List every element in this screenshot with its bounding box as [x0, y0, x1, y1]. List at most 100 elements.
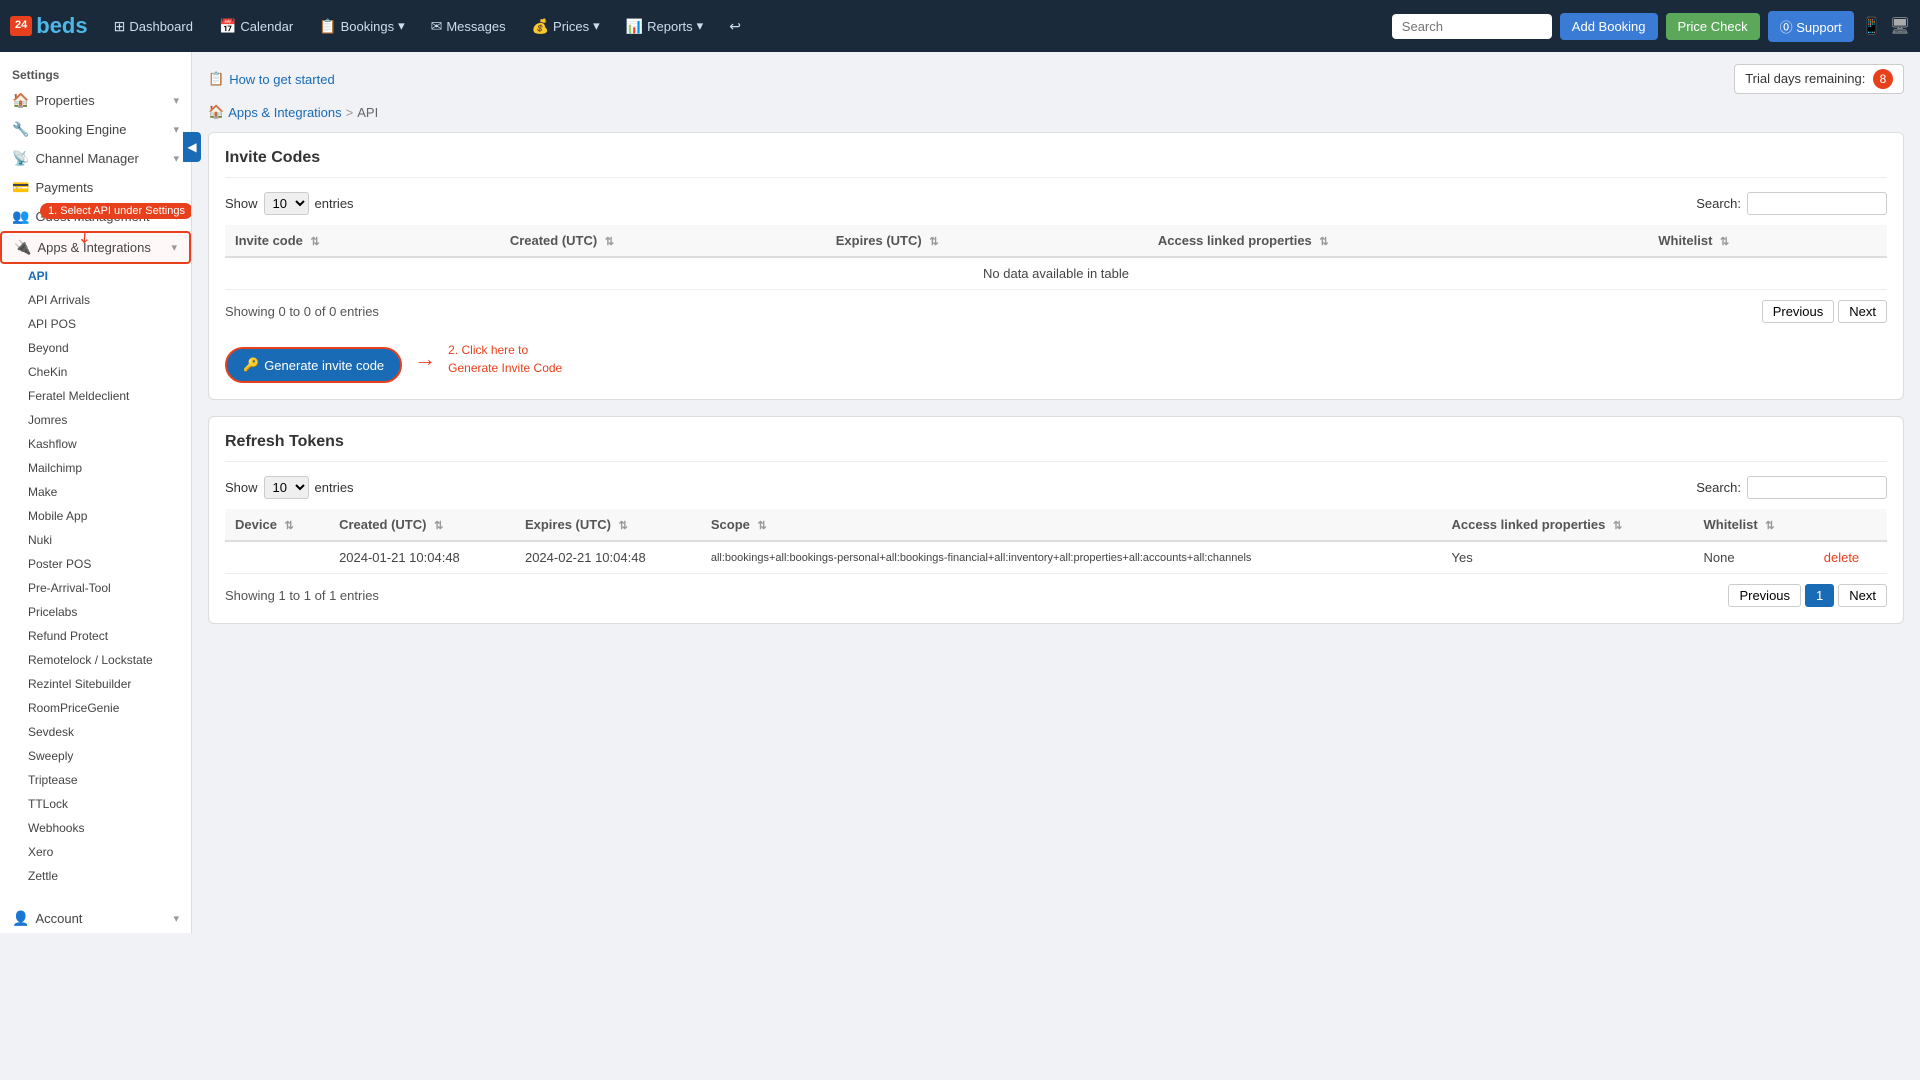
sidebar-sub-mobile-app[interactable]: Mobile App — [0, 504, 191, 528]
search-input[interactable] — [1392, 14, 1552, 39]
sidebar: Settings 🏠 Properties ▾ 🔧 Booking Engine… — [0, 52, 192, 933]
properties-arrow-icon: ▾ — [173, 94, 179, 107]
sidebar-sub-nuki[interactable]: Nuki — [0, 528, 191, 552]
bookings-dropdown-icon: ▾ — [398, 18, 405, 34]
sidebar-sub-feratel[interactable]: Feratel Meldeclient — [0, 384, 191, 408]
sidebar-sub-sweeply[interactable]: Sweeply — [0, 744, 191, 768]
delete-token-button[interactable]: delete — [1824, 550, 1859, 565]
sort-access-icon[interactable]: ⇅ — [1319, 236, 1328, 248]
support-button[interactable]: ⓪ Support — [1768, 11, 1854, 42]
nav-bookings[interactable]: 📋 Bookings ▾ — [309, 12, 414, 41]
content-area: 📋 How to get started Trial days remainin… — [192, 52, 1920, 1080]
sidebar-sub-chekin[interactable]: CheKin — [0, 360, 191, 384]
sidebar-sub-api[interactable]: API — [0, 264, 191, 288]
sort-rt-created-icon[interactable]: ⇅ — [434, 520, 443, 532]
apps-integrations-icon: 🔌 — [14, 239, 31, 256]
refresh-tokens-title: Refresh Tokens — [225, 433, 1887, 462]
cell-whitelist: None — [1694, 541, 1814, 574]
add-booking-button[interactable]: Add Booking — [1560, 13, 1658, 40]
sidebar-item-apps-integrations[interactable]: 🔌 Apps & Integrations ▾ — [0, 231, 191, 264]
cell-scope: all:bookings+all:bookings-personal+all:b… — [701, 541, 1442, 574]
sidebar-sub-pricelabs[interactable]: Pricelabs — [0, 600, 191, 624]
sidebar-sub-make[interactable]: Make — [0, 480, 191, 504]
sidebar-sub-triptease[interactable]: Triptease — [0, 768, 191, 792]
sidebar-sub-zettle[interactable]: Zettle — [0, 864, 191, 888]
settings-label: Settings — [0, 60, 191, 86]
sidebar-sub-pre-arrival-tool[interactable]: Pre-Arrival-Tool — [0, 576, 191, 600]
nav-messages[interactable]: ✉ Messages — [421, 12, 516, 41]
channel-manager-arrow-icon: ▾ — [173, 152, 179, 165]
sidebar-sub-remotelock[interactable]: Remotelock / Lockstate — [0, 648, 191, 672]
booking-engine-arrow-icon: ▾ — [173, 123, 179, 136]
sort-invite-code-icon[interactable]: ⇅ — [311, 236, 320, 248]
nav-history[interactable]: ↩ — [719, 12, 751, 41]
invite-next-button[interactable]: Next — [1838, 300, 1887, 323]
top-navigation: 24 beds ⊞ Dashboard 📅 Calendar 📋 Booking… — [0, 0, 1920, 52]
sidebar-sub-beyond[interactable]: Beyond — [0, 336, 191, 360]
annotation-step2: 2. Click here to Generate Invite Code — [448, 341, 562, 377]
table-row: 2024-01-21 10:04:48 2024-02-21 10:04:48 … — [225, 541, 1887, 574]
sidebar-sub-refund-protect[interactable]: Refund Protect — [0, 624, 191, 648]
mobile-icon: 📱 — [1862, 16, 1882, 36]
generate-invite-code-button[interactable]: 🔑 Generate invite code — [225, 347, 402, 383]
sidebar-sub-api-arrivals[interactable]: API Arrivals — [0, 288, 191, 312]
cell-expires: 2024-02-21 10:04:48 — [515, 541, 701, 574]
invite-codes-search-input[interactable] — [1747, 192, 1887, 215]
invite-codes-table: Invite code ⇅ Created (UTC) ⇅ Expires (U… — [225, 225, 1887, 290]
how-to-link[interactable]: 📋 How to get started — [208, 71, 335, 87]
trial-badge: Trial days remaining: 8 — [1734, 64, 1904, 94]
sidebar-item-properties[interactable]: 🏠 Properties ▾ — [0, 86, 191, 115]
sidebar-item-channel-manager[interactable]: 📡 Channel Manager ▾ — [0, 144, 191, 173]
sort-scope-icon[interactable]: ⇅ — [758, 520, 767, 532]
sort-rt-whitelist-icon[interactable]: ⇅ — [1765, 520, 1774, 532]
sidebar-item-payments[interactable]: 💳 Payments — [0, 173, 191, 202]
col-invite-code: Invite code ⇅ — [225, 225, 500, 257]
rt-prev-button[interactable]: Previous — [1728, 584, 1801, 607]
sort-created-icon[interactable]: ⇅ — [605, 236, 614, 248]
invite-prev-button[interactable]: Previous — [1762, 300, 1835, 323]
rt-next-button[interactable]: Next — [1838, 584, 1887, 607]
sidebar-sub-jomres[interactable]: Jomres — [0, 408, 191, 432]
invite-codes-search: Search: — [1696, 192, 1887, 215]
sidebar-sub-mailchimp[interactable]: Mailchimp — [0, 456, 191, 480]
col-expires-utc: Expires (UTC) ⇅ — [826, 225, 1148, 257]
sidebar-item-booking-engine[interactable]: 🔧 Booking Engine ▾ — [0, 115, 191, 144]
sidebar-item-account[interactable]: 👤 Account ▾ — [0, 904, 191, 933]
show-entries-select-refresh[interactable]: 10 25 50 — [264, 476, 309, 499]
nav-dashboard[interactable]: ⊞ Dashboard — [104, 12, 203, 41]
refresh-tokens-controls: Show 10 25 50 entries Search: — [225, 476, 1887, 499]
sidebar-collapse-button[interactable]: ◀ — [183, 132, 201, 162]
sidebar-sub-xero[interactable]: Xero — [0, 840, 191, 864]
clipboard-icon: 📋 — [208, 71, 224, 87]
reports-icon: 📊 — [626, 18, 643, 35]
sidebar-sub-sevdesk[interactable]: Sevdesk — [0, 720, 191, 744]
sidebar-sub-ttlock[interactable]: TTLock — [0, 792, 191, 816]
nav-prices[interactable]: 💰 Prices ▾ — [522, 12, 610, 41]
sort-device-icon[interactable]: ⇅ — [285, 520, 294, 532]
sort-expires-icon[interactable]: ⇅ — [929, 236, 938, 248]
col-created-utc: Created (UTC) ⇅ — [500, 225, 826, 257]
logo[interactable]: 24 beds — [10, 13, 88, 39]
show-entries-refresh: Show 10 25 50 entries — [225, 476, 354, 499]
show-entries-invite: Show 10 25 50 entries — [225, 192, 354, 215]
nav-reports[interactable]: 📊 Reports ▾ — [616, 12, 714, 41]
sidebar-sub-rezintel[interactable]: Rezintel Sitebuilder — [0, 672, 191, 696]
nav-calendar[interactable]: 📅 Calendar — [209, 12, 303, 41]
nav-right-area: Add Booking Price Check ⓪ Support 📱 🖥 — [1392, 11, 1910, 42]
price-check-button[interactable]: Price Check — [1666, 13, 1760, 40]
prices-icon: 💰 — [532, 18, 549, 35]
rt-page-1-button[interactable]: 1 — [1805, 584, 1834, 607]
sidebar-sub-kashflow[interactable]: Kashflow — [0, 432, 191, 456]
refresh-tokens-search-input[interactable] — [1747, 476, 1887, 499]
col-rt-expires: Expires (UTC) ⇅ — [515, 509, 701, 541]
sidebar-sub-api-pos[interactable]: API POS — [0, 312, 191, 336]
sidebar-sub-roompricegenie[interactable]: RoomPriceGenie — [0, 696, 191, 720]
sidebar-sub-poster-pos[interactable]: Poster POS — [0, 552, 191, 576]
sort-whitelist-icon[interactable]: ⇅ — [1720, 236, 1729, 248]
sort-rt-access-icon[interactable]: ⇅ — [1613, 520, 1622, 532]
sidebar-sub-webhooks[interactable]: Webhooks — [0, 816, 191, 840]
show-entries-select-invite[interactable]: 10 25 50 — [264, 192, 309, 215]
sort-rt-expires-icon[interactable]: ⇅ — [619, 520, 628, 532]
breadcrumb-apps-integrations[interactable]: Apps & Integrations — [228, 105, 341, 120]
content-topbar: 📋 How to get started Trial days remainin… — [208, 64, 1904, 94]
